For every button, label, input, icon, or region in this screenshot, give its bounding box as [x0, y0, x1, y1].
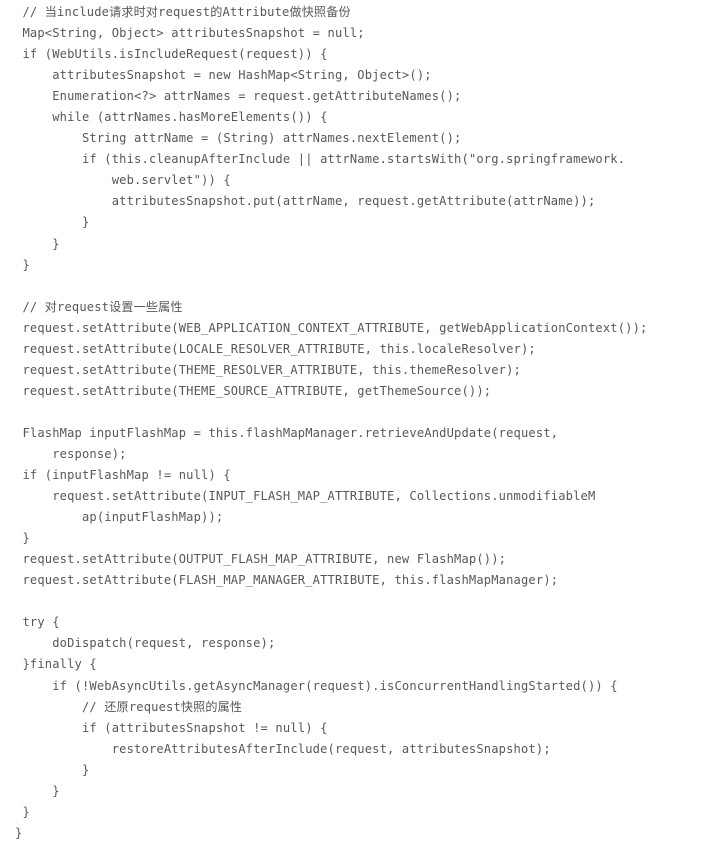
- code-line: while (attrNames.hasMoreElements()) {: [15, 110, 328, 125]
- code-line: ap(inputFlashMap));: [15, 510, 224, 525]
- code-line: doDispatch(request, response);: [15, 636, 276, 651]
- code-block: // 当include请求时对request的Attribute做快照备份 Ma…: [15, 2, 702, 844]
- code-line: attributesSnapshot.put(attrName, request…: [15, 194, 596, 209]
- code-line: request.setAttribute(OUTPUT_FLASH_MAP_AT…: [15, 552, 507, 567]
- code-line: FlashMap inputFlashMap = this.flashMapMa…: [15, 425, 559, 440]
- code-line: }finally {: [15, 657, 97, 672]
- code-line: request.setAttribute(FLASH_MAP_MANAGER_A…: [15, 573, 559, 588]
- cjk-text: 还原: [104, 699, 129, 714]
- code-line: if (WebUtils.isIncludeRequest(request)) …: [15, 47, 328, 62]
- cjk-text: 设置一些属性: [109, 299, 183, 314]
- code-line: }: [15, 825, 23, 840]
- code-line: request.setAttribute(WEB_APPLICATION_CON…: [15, 320, 648, 335]
- code-line: if (!WebAsyncUtils.getAsyncManager(reque…: [15, 678, 618, 693]
- cjk-text: 快照的属性: [180, 699, 243, 714]
- cjk-text: 对: [44, 299, 58, 314]
- code-line: // 对request设置一些属性: [15, 299, 183, 314]
- code-line: // 当include请求时对request的Attribute做快照备份: [15, 5, 351, 19]
- code-line: request.setAttribute(THEME_SOURCE_ATTRIB…: [15, 383, 492, 398]
- code-line: }: [15, 236, 60, 251]
- cjk-text: 请求时对: [109, 5, 159, 19]
- cjk-text: 的: [210, 5, 223, 19]
- code-line: request.setAttribute(THEME_RESOLVER_ATTR…: [15, 362, 521, 377]
- cjk-text: 当: [44, 5, 58, 19]
- code-line: try {: [15, 615, 60, 630]
- code-line: response);: [15, 446, 127, 461]
- code-line: }: [15, 762, 90, 777]
- code-line: Enumeration<?> attrNames = request.getAt…: [15, 89, 462, 104]
- code-line: attributesSnapshot = new HashMap<String,…: [15, 68, 432, 83]
- code-line: web.servlet")) {: [15, 173, 231, 188]
- code-line: String attrName = (String) attrNames.nex…: [15, 131, 462, 146]
- cjk-text: 做快照备份: [289, 5, 351, 19]
- code-line: }: [15, 783, 60, 798]
- code-line: if (this.cleanupAfterInclude || attrName…: [15, 152, 626, 167]
- code-line: request.setAttribute(INPUT_FLASH_MAP_ATT…: [15, 489, 596, 504]
- code-listing-page: // 当include请求时对request的Attribute做快照备份 Ma…: [0, 0, 702, 840]
- code-line: }: [15, 257, 30, 272]
- code-line: }: [15, 804, 30, 819]
- code-line: }: [15, 531, 30, 546]
- code-line: if (inputFlashMap != null) {: [15, 468, 231, 483]
- code-line: restoreAttributesAfterInclude(request, a…: [15, 741, 551, 756]
- code-line: request.setAttribute(LOCALE_RESOLVER_ATT…: [15, 341, 536, 356]
- code-line: if (attributesSnapshot != null) {: [15, 720, 328, 735]
- code-line: }: [15, 215, 90, 230]
- code-line: // 还原request快照的属性: [15, 699, 243, 714]
- code-line: Map<String, Object> attributesSnapshot =…: [15, 26, 365, 41]
